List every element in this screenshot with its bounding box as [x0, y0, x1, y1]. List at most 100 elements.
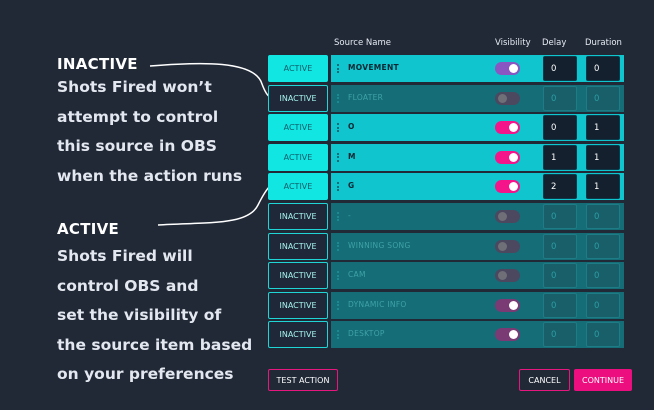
source-name: DYNAMIC INFO	[348, 299, 407, 309]
visibility-toggle[interactable]	[495, 62, 520, 75]
drag-handle-icon[interactable]	[337, 241, 342, 251]
drag-handle-icon[interactable]	[337, 271, 342, 281]
toggle-knob	[509, 330, 518, 340]
toggle-knob	[509, 123, 518, 133]
source-name: FLOATER	[348, 92, 384, 102]
status-toggle-button[interactable]: INACTIVE	[268, 84, 328, 112]
source-row: INACTIVE DYNAMIC INFO 0 0	[268, 291, 630, 319]
source-name: O	[348, 122, 355, 132]
toggle-knob	[498, 271, 507, 281]
duration-input[interactable]: 0	[586, 233, 620, 259]
source-name: WINNING SONG	[348, 240, 411, 250]
delay-input[interactable]: 0	[543, 85, 577, 111]
duration-input[interactable]: 1	[586, 115, 620, 141]
source-row: ACTIVE G 2 1	[268, 173, 630, 201]
cancel-button[interactable]: CANCEL	[519, 369, 570, 391]
duration-input[interactable]: 0	[586, 322, 620, 348]
active-connector-line	[157, 185, 271, 226]
drag-handle-icon[interactable]	[337, 300, 342, 310]
source-name: -	[348, 211, 352, 220]
source-name: CAM	[348, 270, 366, 280]
source-item-bar: FLOATER 0 0	[331, 84, 624, 112]
source-row: ACTIVE O 0 1	[268, 114, 630, 142]
visibility-toggle[interactable]	[495, 91, 520, 105]
delay-input[interactable]: 0	[543, 56, 577, 81]
active-annotation-line: set the visibility of	[57, 306, 222, 324]
status-toggle-button[interactable]: INACTIVE	[268, 321, 328, 349]
source-row: INACTIVE CAM 0 0	[268, 262, 630, 290]
delay-input[interactable]: 0	[543, 263, 577, 289]
delay-input[interactable]: 2	[543, 174, 577, 200]
inactive-annotation-text: Shots Fired won’t attempt to control thi…	[57, 73, 242, 191]
drag-handle-icon[interactable]	[337, 123, 342, 133]
continue-button[interactable]: CONTINUE	[574, 369, 632, 391]
delay-input[interactable]: 1	[543, 144, 577, 170]
active-annotation-line: the source item based	[57, 335, 253, 354]
status-toggle-button[interactable]: ACTIVE	[268, 55, 328, 82]
visibility-toggle[interactable]	[495, 210, 520, 223]
toggle-knob	[498, 93, 507, 103]
drag-handle-icon[interactable]	[337, 330, 342, 340]
inactive-annotation-line: attempt to control	[57, 107, 219, 126]
status-toggle-button[interactable]: ACTIVE	[268, 173, 328, 201]
toggle-knob	[509, 64, 518, 73]
duration-input[interactable]: 0	[586, 292, 620, 318]
delay-input[interactable]: 0	[543, 322, 577, 348]
active-annotation-line: on your preferences	[57, 365, 234, 383]
source-item-bar: DYNAMIC INFO 0 0	[331, 291, 624, 319]
drag-handle-icon[interactable]	[337, 64, 342, 73]
source-row: ACTIVE M 1 1	[268, 143, 630, 171]
source-name: MOVEMENT	[348, 63, 399, 72]
toggle-knob	[498, 241, 507, 251]
drag-handle-icon[interactable]	[337, 212, 342, 221]
duration-input[interactable]: 0	[586, 263, 620, 289]
visibility-toggle[interactable]	[495, 269, 520, 283]
active-annotation-line: Shots Fired will	[57, 247, 193, 265]
status-toggle-button[interactable]: INACTIVE	[268, 203, 328, 230]
inactive-annotation-line: this source in OBS	[57, 137, 217, 155]
active-annotation-line: control OBS and	[57, 276, 199, 295]
test-action-button[interactable]: TEST ACTION	[268, 369, 338, 391]
toggle-knob	[509, 152, 518, 162]
source-name: G	[348, 181, 355, 191]
source-item-bar: CAM 0 0	[331, 262, 624, 290]
source-name: M	[348, 151, 356, 161]
duration-input[interactable]: 0	[586, 85, 620, 111]
visibility-toggle[interactable]	[495, 121, 520, 135]
visibility-toggle[interactable]	[495, 150, 520, 164]
status-toggle-button[interactable]: ACTIVE	[268, 143, 328, 171]
visibility-toggle[interactable]	[495, 298, 520, 312]
drag-handle-icon[interactable]	[337, 182, 342, 192]
delay-input[interactable]: 0	[543, 292, 577, 318]
drag-handle-icon[interactable]	[337, 93, 342, 103]
source-item-bar: G 21	[331, 173, 624, 201]
status-toggle-button[interactable]: INACTIVE	[268, 291, 328, 319]
active-annotation-text: Shots Fired will control OBS and set the…	[57, 242, 252, 390]
source-name: DESKTOP	[348, 329, 385, 339]
header-visibility: Visibility	[495, 38, 531, 48]
status-toggle-button[interactable]: INACTIVE	[268, 262, 328, 290]
source-row: INACTIVE FLOATER 0 0	[268, 84, 630, 112]
status-toggle-button[interactable]: ACTIVE	[268, 114, 328, 142]
status-toggle-button[interactable]: INACTIVE	[268, 232, 328, 260]
delay-input[interactable]: 0	[543, 115, 577, 141]
source-row: INACTIVE WINNING SONG 0 0	[268, 232, 630, 260]
delay-input[interactable]: 0	[543, 204, 577, 229]
source-row: INACTIVE DESKTOP 0 0	[268, 321, 630, 349]
toggle-knob	[498, 212, 507, 221]
visibility-toggle[interactable]	[495, 180, 520, 194]
duration-input[interactable]: 0	[586, 204, 620, 229]
header-duration: Duration	[585, 38, 622, 48]
duration-input[interactable]: 1	[586, 174, 620, 200]
inactive-annotation-title: INACTIVE	[57, 55, 138, 73]
delay-input[interactable]: 0	[543, 233, 577, 259]
duration-input[interactable]: 0	[586, 56, 620, 81]
visibility-toggle[interactable]	[495, 328, 520, 342]
toggle-knob	[509, 182, 518, 192]
source-item-bar: - 00	[331, 203, 624, 230]
drag-handle-icon[interactable]	[337, 152, 342, 162]
header-source-name: Source Name	[334, 38, 391, 48]
visibility-toggle[interactable]	[495, 239, 520, 253]
toggle-knob	[509, 300, 518, 310]
duration-input[interactable]: 1	[586, 144, 620, 170]
